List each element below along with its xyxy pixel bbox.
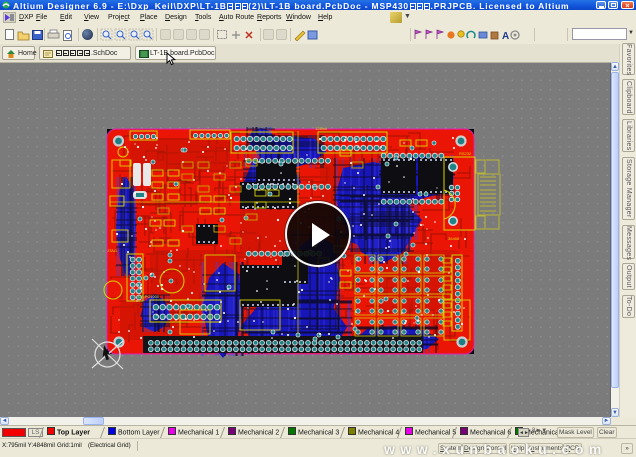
svg-text:128mil: 128mil [315, 126, 327, 131]
svg-text:A: A [502, 31, 509, 41]
svg-text:JTAG: JTAG [107, 248, 117, 253]
svg-text:CF-PC1000: CF-PC1000 [138, 294, 160, 299]
svg-text:36488: 36488 [448, 236, 460, 241]
svg-text:RS232: RS232 [459, 151, 472, 156]
